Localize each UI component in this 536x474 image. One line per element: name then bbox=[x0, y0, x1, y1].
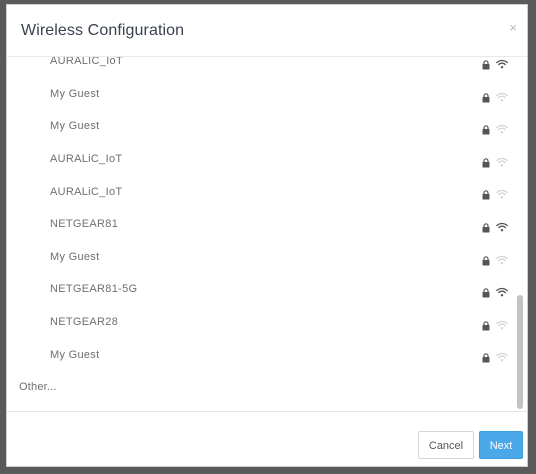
wifi-icon bbox=[496, 284, 508, 297]
network-row[interactable]: My Guest bbox=[7, 78, 513, 111]
other-network-label: Other... bbox=[19, 381, 57, 394]
network-name: NETGEAR28 bbox=[50, 316, 119, 329]
network-name: My Guest bbox=[50, 250, 100, 263]
network-row[interactable]: NETGEAR81-5G bbox=[7, 273, 513, 306]
wifi-icon bbox=[496, 349, 508, 362]
network-name: AURALiC_IoT bbox=[50, 153, 123, 166]
scrollbar-thumb[interactable] bbox=[517, 295, 523, 409]
lock-icon bbox=[482, 253, 490, 266]
network-name: My Guest bbox=[50, 348, 100, 361]
other-network-row[interactable]: Other... bbox=[7, 371, 513, 404]
close-icon[interactable]: × bbox=[509, 21, 517, 35]
wifi-icon bbox=[496, 219, 508, 232]
network-row[interactable]: AURALiC_IoT bbox=[7, 143, 513, 176]
network-name: AURALIC_IoT bbox=[50, 57, 123, 68]
dialog-header: Wireless Configuration × bbox=[7, 5, 527, 57]
lock-icon bbox=[482, 318, 490, 331]
network-row[interactable]: NETGEAR81 bbox=[7, 208, 513, 241]
network-row[interactable]: AURALIC_IoT bbox=[7, 57, 513, 78]
lock-icon bbox=[482, 220, 490, 233]
lock-icon bbox=[482, 155, 490, 168]
wifi-icon bbox=[496, 317, 508, 330]
wifi-icon bbox=[496, 252, 508, 264]
network-name: NETGEAR81-5G bbox=[50, 283, 138, 296]
network-list: AURALIC_IoT My Guest My Guest AURALiC_IoT AU… bbox=[7, 57, 513, 404]
wifi-icon bbox=[496, 57, 508, 69]
cancel-button[interactable]: Cancel bbox=[418, 431, 474, 459]
network-row[interactable]: My Guest bbox=[7, 110, 513, 143]
wifi-icon bbox=[496, 121, 508, 134]
lock-icon bbox=[482, 187, 490, 200]
lock-icon bbox=[482, 122, 490, 135]
network-name: AURALiC_IoT bbox=[50, 185, 123, 198]
dialog-footer: Cancel Next bbox=[7, 411, 527, 466]
wifi-icon bbox=[496, 186, 508, 199]
dialog-title: Wireless Configuration bbox=[21, 22, 185, 39]
lock-icon bbox=[482, 90, 490, 103]
network-row[interactable]: My Guest bbox=[7, 241, 513, 274]
network-row[interactable]: AURALiC_IoT bbox=[7, 175, 513, 208]
network-name: My Guest bbox=[50, 87, 100, 100]
network-row[interactable]: My Guest bbox=[7, 338, 513, 371]
lock-icon bbox=[482, 285, 490, 298]
wireless-configuration-dialog: Wireless Configuration × AURALIC_IoT My G… bbox=[6, 4, 528, 467]
network-name: My Guest bbox=[50, 120, 100, 133]
network-row[interactable]: NETGEAR28 bbox=[7, 306, 513, 339]
lock-icon bbox=[482, 350, 490, 363]
network-name: NETGEAR81 bbox=[50, 218, 119, 231]
lock-icon bbox=[482, 57, 490, 70]
network-list-container: AURALIC_IoT My Guest My Guest AURALiC_IoT AU… bbox=[7, 57, 527, 411]
wifi-icon bbox=[496, 154, 508, 167]
wifi-icon bbox=[496, 89, 508, 101]
next-button[interactable]: Next bbox=[479, 431, 523, 459]
